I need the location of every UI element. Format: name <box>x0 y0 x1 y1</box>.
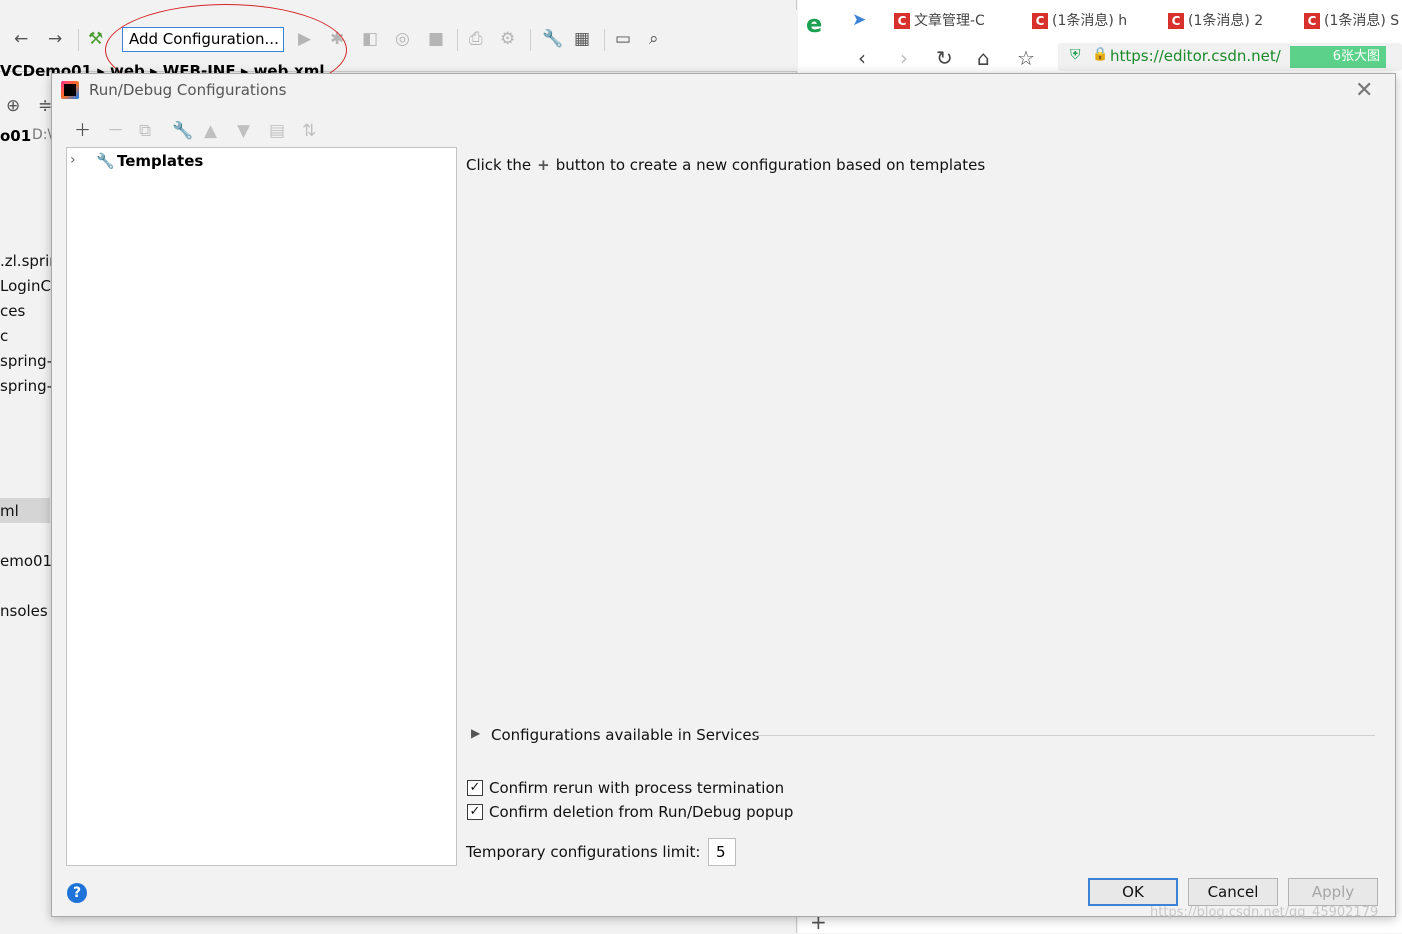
help-icon[interactable]: ? <box>67 883 87 903</box>
coverage-icon[interactable]: ◧ <box>362 29 378 49</box>
temp-limit-label: Temporary configurations limit: <box>466 843 701 861</box>
expand-chevron-icon[interactable]: › <box>70 152 76 168</box>
navigation-arrow-icon[interactable]: ➤ <box>852 10 866 30</box>
empty-state-hint: Click the + button to create a new configu… <box>466 156 985 174</box>
project-tree-item[interactable]: ml <box>0 502 19 520</box>
project-tree-item[interactable]: spring- <box>0 352 52 370</box>
browser-back-icon[interactable]: ‹ <box>858 46 866 70</box>
project-path: D:\ <box>32 127 53 143</box>
toolbar-divider <box>530 29 531 51</box>
plus-icon: + <box>537 156 550 174</box>
project-tree-item[interactable]: emo01. <box>0 552 57 570</box>
reload-icon[interactable]: ↻ <box>936 46 953 70</box>
remove-configuration-icon[interactable]: － <box>107 121 124 141</box>
sort-icon[interactable]: ⇅ <box>302 121 316 141</box>
wrench-settings-icon[interactable]: 🔧 <box>542 29 563 49</box>
hint-text-before: Click the <box>466 156 532 174</box>
edit-templates-wrench-icon[interactable]: 🔧 <box>172 121 193 141</box>
update-app-icon[interactable]: ⎙ <box>469 29 483 49</box>
project-tree-item[interactable]: nsoles <box>0 602 48 620</box>
expand-triangle-icon[interactable]: ▶ <box>471 726 480 740</box>
project-tree-item[interactable]: ces <box>0 302 25 320</box>
project-structure-icon[interactable]: ▦ <box>574 29 590 49</box>
temp-limit-input[interactable]: 5 <box>708 838 736 866</box>
csdn-icon: C <box>1304 13 1320 29</box>
deploy-icon[interactable]: ⚙ <box>500 29 515 49</box>
locate-target-icon[interactable]: ⊕ <box>6 96 20 116</box>
browser-forward-icon[interactable]: › <box>900 46 908 70</box>
project-tree-item[interactable]: c <box>0 327 8 345</box>
lock-icon: 🔒 <box>1092 47 1109 62</box>
services-section-label[interactable]: Configurations available in Services <box>491 726 759 744</box>
apply-button[interactable]: Apply <box>1288 878 1378 906</box>
home-icon[interactable]: ⌂ <box>977 46 990 70</box>
close-icon[interactable]: ✕ <box>1355 78 1373 103</box>
browser-tab[interactable]: C (1条消息) h <box>1032 10 1132 32</box>
section-divider <box>755 735 1375 736</box>
move-up-icon[interactable]: ▲ <box>204 121 217 141</box>
confirm-rerun-checkbox[interactable]: ✓ <box>467 780 483 796</box>
new-folder-icon[interactable]: ▤ <box>269 121 285 141</box>
tab-label: (1条消息) S <box>1324 13 1400 29</box>
project-tree-item[interactable]: LoginC <box>0 277 51 295</box>
copy-configuration-icon[interactable]: ⧉ <box>139 121 151 141</box>
tab-label: (1条消息) h <box>1052 13 1128 29</box>
url-text[interactable]: https://editor.csdn.net/ <box>1110 47 1281 65</box>
tab-label: (1条消息) 2 <box>1188 13 1264 29</box>
add-configuration-icon[interactable]: ＋ <box>74 121 91 141</box>
browser-tab[interactable]: C (1条消息) 2 <box>1168 10 1268 32</box>
terminal-icon[interactable]: ▭ <box>615 29 631 49</box>
image-count-badge[interactable]: 6张大图 <box>1290 46 1386 68</box>
bookmark-star-icon[interactable]: ☆ <box>1017 46 1035 70</box>
confirm-deletion-label[interactable]: Confirm deletion from Run/Debug popup <box>489 803 793 821</box>
csdn-icon: C <box>1032 13 1048 29</box>
toolbar-divider <box>604 29 605 51</box>
forward-arrow-icon[interactable]: → <box>48 29 62 49</box>
project-tree-item[interactable]: spring- <box>0 377 52 395</box>
ok-button[interactable]: OK <box>1088 878 1178 906</box>
watermark-text: https://blog.csdn.net/qq_45902179 <box>1150 905 1379 920</box>
shield-icon: ⛨ <box>1070 47 1081 63</box>
configuration-tree[interactable] <box>66 147 457 866</box>
csdn-icon: C <box>1168 13 1184 29</box>
profile-icon[interactable]: ◎ <box>395 29 410 49</box>
project-label: o01 <box>0 127 32 145</box>
hint-text-after: button to create a new configuration bas… <box>555 156 986 174</box>
cancel-button[interactable]: Cancel <box>1188 878 1278 906</box>
browser-tab[interactable]: C (1条消息) S <box>1304 10 1402 32</box>
intellij-app-icon <box>61 81 79 99</box>
browser-logo-icon: e <box>806 10 823 38</box>
dialog-title: Run/Debug Configurations <box>89 81 287 99</box>
move-down-icon[interactable]: ▼ <box>237 121 250 141</box>
confirm-rerun-label[interactable]: Confirm rerun with process termination <box>489 779 784 797</box>
toolbar-divider <box>457 29 458 51</box>
search-icon[interactable]: ⌕ <box>649 29 659 49</box>
toolbar-divider <box>78 29 79 51</box>
tree-item-templates[interactable]: Templates <box>117 152 203 170</box>
stop-icon[interactable]: ■ <box>428 29 444 49</box>
csdn-icon: C <box>894 13 910 29</box>
build-hammer-icon[interactable]: ⚒ <box>88 29 103 49</box>
wrench-icon: 🔧 <box>96 152 115 170</box>
back-arrow-icon[interactable]: ← <box>14 29 28 49</box>
tab-label: 文章管理-C <box>914 13 985 29</box>
browser-tab[interactable]: C 文章管理-C <box>894 10 994 32</box>
project-tree-item[interactable]: .zl.sprin <box>0 252 59 270</box>
confirm-deletion-checkbox[interactable]: ✓ <box>467 804 483 820</box>
